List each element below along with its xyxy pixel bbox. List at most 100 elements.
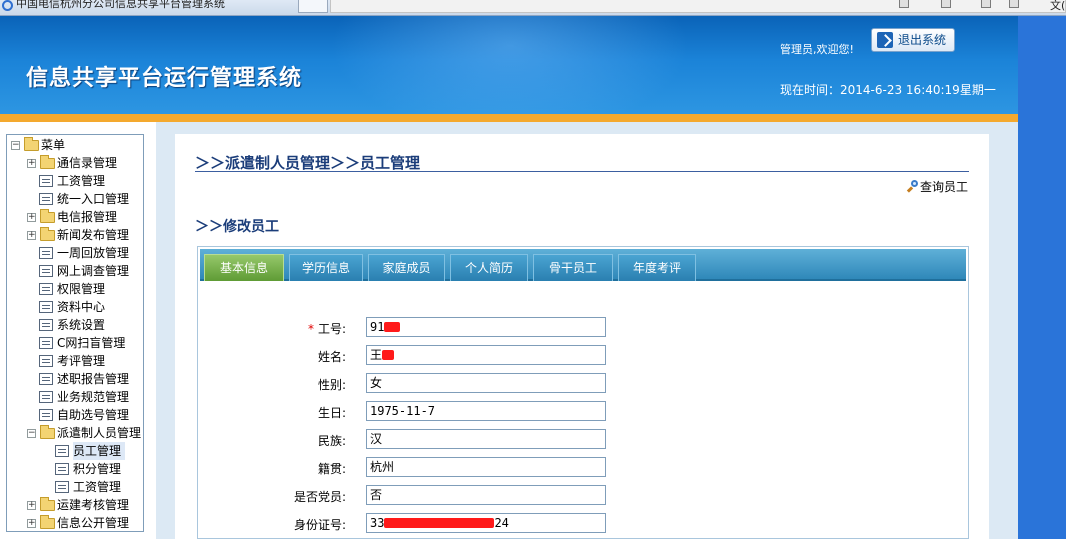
sidebar-item-label: 自助选号管理 <box>57 408 130 422</box>
browser-toolbar <box>330 0 1066 13</box>
mail-icon[interactable] <box>981 0 991 8</box>
breadcrumb: ＞＞派遣制人员管理＞＞员工管理 <box>195 152 969 172</box>
page-icon <box>55 445 69 457</box>
new-tab-button[interactable] <box>298 0 328 13</box>
sidebar-item[interactable]: + 电信报管理 <box>7 208 143 226</box>
field-input[interactable]: 杭州 <box>366 457 606 477</box>
sidebar-item[interactable]: 述职报告管理 <box>7 370 143 388</box>
expand-icon[interactable]: + <box>27 519 36 528</box>
page-icon <box>55 463 69 475</box>
browser-tab[interactable]: 中国电信杭州分公司信息共享平台管理系统 <box>0 0 296 13</box>
field-input[interactable]: 王 <box>366 345 606 365</box>
tab[interactable]: 家庭成员 <box>368 254 445 281</box>
field-input[interactable]: 33 24 <box>366 513 606 533</box>
page-icon <box>39 409 53 421</box>
field-value: 杭州 <box>370 460 395 474</box>
browser-bar: 中国电信杭州分公司信息共享平台管理系统 文( <box>0 0 1066 16</box>
sidebar-item-label: 运建考核管理 <box>57 498 130 512</box>
field-label: * 工号: <box>226 320 346 337</box>
field-input[interactable]: 汉 <box>366 429 606 449</box>
sidebar-item[interactable]: 网上调查管理 <box>7 262 143 280</box>
welcome-text: 管理员,欢迎您! <box>780 43 854 56</box>
logout-button[interactable]: 退出系统 <box>871 28 955 52</box>
sidebar-item-label: 工资管理 <box>73 480 122 494</box>
sidebar-item[interactable]: 权限管理 <box>7 280 143 298</box>
field-value: 1975-11-7 <box>370 404 436 418</box>
expand-icon[interactable]: + <box>27 231 36 240</box>
feeds-icon[interactable] <box>941 0 951 8</box>
redaction-mark <box>382 350 395 360</box>
page-icon <box>39 319 53 331</box>
page-icon <box>39 391 53 403</box>
sidebar-item[interactable]: 工资管理 <box>7 172 143 190</box>
page-icon <box>39 301 53 313</box>
sidebar-item[interactable]: − 菜单 <box>7 136 143 154</box>
sidebar-item-label: 一周回放管理 <box>57 246 130 260</box>
page-icon <box>39 175 53 187</box>
field-label-text: 性别: <box>317 378 346 392</box>
field-label-text: 生日: <box>317 406 346 420</box>
tab[interactable]: 学历信息 <box>289 254 363 281</box>
sidebar-item-label: 考评管理 <box>57 354 106 368</box>
sidebar-item-label: 权限管理 <box>57 282 106 296</box>
folder-icon <box>40 515 55 529</box>
field-label-text: 是否党员: <box>293 490 346 504</box>
field-label: 身份证号: <box>226 516 346 533</box>
field-value: 王 <box>370 348 383 362</box>
sidebar-item[interactable]: 一周回放管理 <box>7 244 143 262</box>
field-input[interactable]: 91 <box>366 317 606 337</box>
sidebar-item[interactable]: + 通信录管理 <box>7 154 143 172</box>
sidebar-item[interactable]: 考评管理 <box>7 352 143 370</box>
sidebar-item[interactable]: 统一入口管理 <box>7 190 143 208</box>
collapse-icon[interactable]: − <box>11 141 20 150</box>
browser-tab-title: 中国电信杭州分公司信息共享平台管理系统 <box>16 0 225 10</box>
sidebar-item[interactable]: + 新闻发布管理 <box>7 226 143 244</box>
sidebar-item[interactable]: 自助选号管理 <box>7 406 143 424</box>
sidebar-item-label: 电信报管理 <box>57 210 118 224</box>
sidebar-item[interactable]: C网扫盲管理 <box>7 334 143 352</box>
collapse-icon[interactable]: − <box>27 429 36 438</box>
search-icon <box>906 180 920 192</box>
sidebar-item[interactable]: 积分管理 <box>7 460 143 478</box>
sidebar-item[interactable]: + 信息公开管理 <box>7 514 143 531</box>
sidebar-item[interactable]: − 派遣制人员管理 <box>7 424 143 442</box>
print-icon[interactable] <box>1009 0 1019 8</box>
home-icon[interactable] <box>899 0 909 8</box>
field-label-text: 姓名: <box>317 350 346 364</box>
sidebar-item-label: 业务规范管理 <box>57 390 130 404</box>
sidebar-item[interactable]: 工资管理 <box>7 478 143 496</box>
expand-icon[interactable]: + <box>27 501 36 510</box>
sidebar-column: − 菜单 + 通信录管理 工资管理 统一入口管理 + 电信报管理 + 新闻发布管理 一周回放管理 网上… <box>0 122 156 539</box>
field-input[interactable]: 否 <box>366 485 606 505</box>
query-employee-link[interactable]: 查询员工 <box>906 178 968 195</box>
tab[interactable]: 基本信息 <box>204 254 284 281</box>
sidebar-item-label: 网上调查管理 <box>57 264 130 278</box>
sidebar-item-label: 菜单 <box>41 138 66 152</box>
sidebar-item[interactable]: + 运建考核管理 <box>7 496 143 514</box>
field-input[interactable]: 1975-11-7 <box>366 401 606 421</box>
sidebar-item-label: 员工管理 <box>73 442 126 460</box>
field-value: 否 <box>370 488 383 502</box>
expand-icon[interactable]: + <box>27 159 36 168</box>
ie-icon <box>2 0 13 11</box>
page-icon <box>39 337 53 349</box>
tab[interactable]: 年度考评 <box>618 254 696 281</box>
page-icon <box>39 355 53 367</box>
sidebar-item-label: 新闻发布管理 <box>57 228 130 242</box>
sidebar-item[interactable]: 业务规范管理 <box>7 388 143 406</box>
field-label: 籍贯: <box>226 460 346 477</box>
field-value: 91 <box>370 320 385 334</box>
sidebar-item[interactable]: 员工管理 <box>7 442 143 460</box>
field-label: 姓名: <box>226 348 346 365</box>
header-stripe <box>0 114 1018 122</box>
sidebar-item[interactable]: 系统设置 <box>7 316 143 334</box>
tab[interactable]: 个人简历 <box>450 254 528 281</box>
page-icon <box>39 247 53 259</box>
expand-icon[interactable]: + <box>27 213 36 222</box>
sidebar-item-label: 工资管理 <box>57 174 106 188</box>
field-label-text: 身份证号: <box>293 518 346 532</box>
sidebar-item[interactable]: 资料中心 <box>7 298 143 316</box>
tab[interactable]: 骨干员工 <box>533 254 613 281</box>
browser-menu-text[interactable]: 文( <box>1050 0 1065 13</box>
field-input[interactable]: 女 <box>366 373 606 393</box>
